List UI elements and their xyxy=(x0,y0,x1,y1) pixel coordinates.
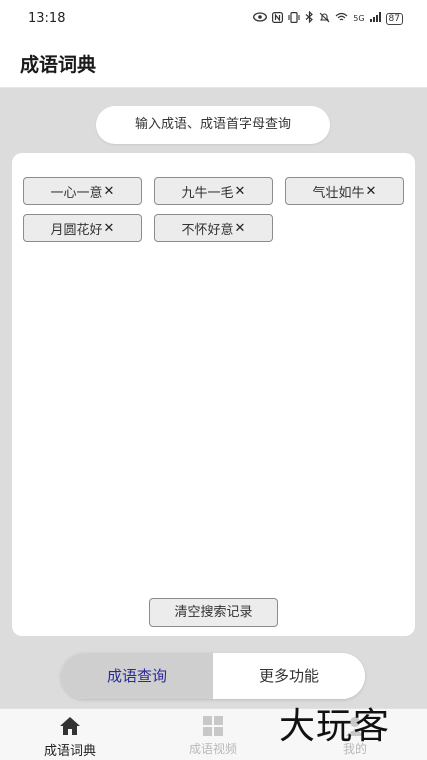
nav-item-dictionary[interactable]: 成语词典 xyxy=(20,709,120,760)
home-icon xyxy=(58,715,82,737)
segmented-control: 成语查询 更多功能 xyxy=(61,653,365,699)
grid-icon xyxy=(201,715,225,737)
remove-icon[interactable]: ✕ xyxy=(104,221,115,236)
watermark-logo: 大玩客 xyxy=(279,706,391,747)
history-tag-label: 一心一意 xyxy=(50,185,103,201)
status-icons: 5G 87 xyxy=(253,10,403,27)
search-input[interactable]: 输入成语、成语首字母查询 xyxy=(96,106,330,144)
main-content: 输入成语、成语首字母查询 一心一意 ✕ 九牛一毛 ✕ 气壮如牛 ✕ 月圆花好 ✕… xyxy=(0,88,427,708)
segment-more-features[interactable]: 更多功能 xyxy=(213,653,365,699)
status-bar: 13:18 5G 87 xyxy=(0,0,427,40)
clear-history-button[interactable]: 清空搜索记录 xyxy=(149,598,278,627)
signal-label: 5G xyxy=(353,14,365,23)
history-tag[interactable]: 不怀好意 ✕ xyxy=(154,214,273,242)
history-tag[interactable]: 气壮如牛 ✕ xyxy=(285,177,404,205)
nav-label: 成语视频 xyxy=(188,742,237,756)
remove-icon[interactable]: ✕ xyxy=(235,184,246,199)
remove-icon[interactable]: ✕ xyxy=(366,184,377,199)
segment-idiom-search[interactable]: 成语查询 xyxy=(61,653,213,699)
signal-icon xyxy=(369,12,381,26)
nav-item-videos[interactable]: 成语视频 xyxy=(163,709,263,760)
remove-icon[interactable]: ✕ xyxy=(104,184,115,199)
mute-icon xyxy=(319,12,330,27)
vibrate-icon xyxy=(288,11,300,27)
wifi-icon xyxy=(335,12,348,26)
history-tag-label: 月圆花好 xyxy=(50,222,103,238)
battery-indicator: 87 xyxy=(385,13,403,25)
nav-label: 成语词典 xyxy=(43,744,96,759)
history-tag-label: 九牛一毛 xyxy=(181,185,234,201)
history-tag-label: 不怀好意 xyxy=(181,222,234,238)
eye-icon xyxy=(253,12,268,26)
search-history-card: 一心一意 ✕ 九牛一毛 ✕ 气壮如牛 ✕ 月圆花好 ✕ 不怀好意 ✕ 清空搜索记… xyxy=(12,153,415,636)
remove-icon[interactable]: ✕ xyxy=(235,221,246,236)
history-tag-label: 气壮如牛 xyxy=(312,185,365,201)
page-title: 成语词典 xyxy=(20,54,97,76)
nfc-icon xyxy=(272,11,284,27)
status-time: 13:18 xyxy=(28,11,66,26)
history-tag[interactable]: 月圆花好 ✕ xyxy=(23,214,142,242)
history-tag[interactable]: 一心一意 ✕ xyxy=(23,177,142,205)
bluetooth-icon xyxy=(305,10,314,27)
app-bar: 成语词典 xyxy=(0,40,427,88)
history-tag[interactable]: 九牛一毛 ✕ xyxy=(154,177,273,205)
